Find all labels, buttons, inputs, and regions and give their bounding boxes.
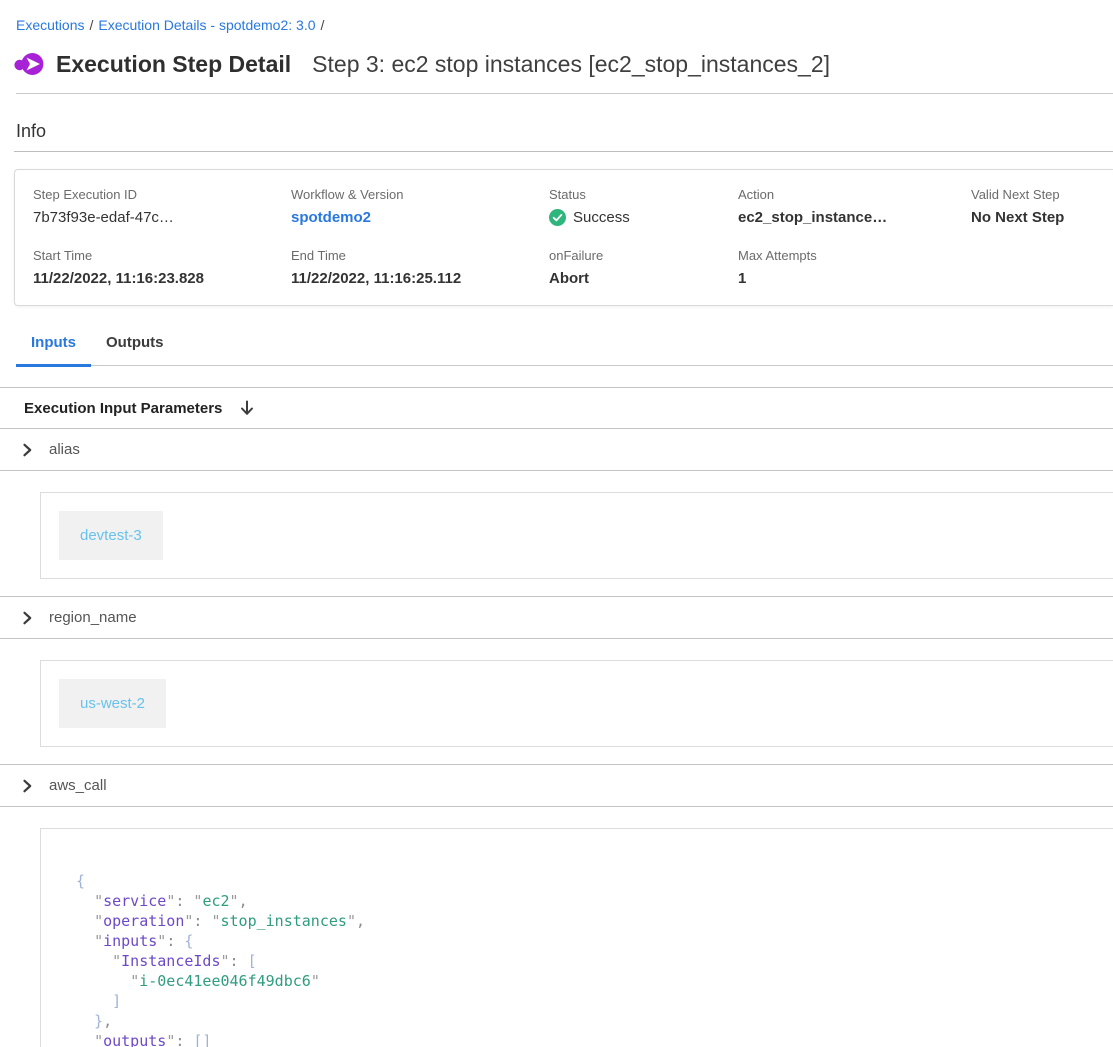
info-field-start-time: Start Time 11/22/2022, 11:16:23.828 — [33, 248, 291, 287]
param-row-aws-call[interactable]: aws_call — [0, 764, 1113, 807]
json-code: { "service": "ec2", "operation": "stop_i… — [76, 871, 1093, 1047]
success-check-icon — [549, 209, 566, 226]
info-heading: Info — [16, 121, 1113, 142]
info-card: Step Execution ID 7b73f93e-edaf-47c… Wor… — [14, 169, 1113, 306]
parameters-header-row: Execution Input Parameters — [0, 387, 1113, 428]
info-field-step-execution-id: Step Execution ID 7b73f93e-edaf-47c… — [33, 187, 291, 226]
param-content-aws-call: { "service": "ec2", "operation": "stop_i… — [0, 807, 1113, 1047]
info-field-end-time: End Time 11/22/2022, 11:16:25.112 — [291, 248, 549, 287]
status-badge: Success — [573, 209, 630, 226]
param-content-alias: devtest-3 — [0, 471, 1113, 596]
param-name: region_name — [49, 609, 137, 626]
divider — [14, 151, 1113, 152]
chevron-right-icon — [20, 611, 34, 625]
param-value-chip: us-west-2 — [59, 679, 166, 728]
page-title-row: Execution Step Detail Step 3: ec2 stop i… — [0, 33, 1113, 79]
breadcrumb-separator: / — [89, 17, 93, 33]
info-field-valid-next-step: Valid Next Step No Next Step — [971, 187, 1113, 226]
divider — [16, 93, 1113, 94]
chevron-right-icon — [20, 443, 34, 457]
arrow-down-icon[interactable] — [238, 399, 256, 417]
parameters-header-label: Execution Input Parameters — [24, 400, 222, 417]
info-field-max-attempts: Max Attempts 1 — [738, 248, 971, 287]
param-row-region-name[interactable]: region_name — [0, 596, 1113, 639]
page-subtitle: Step 3: ec2 stop instances [ec2_stop_ins… — [312, 51, 830, 78]
page-title: Execution Step Detail — [56, 51, 291, 78]
param-name: alias — [49, 441, 80, 458]
breadcrumb-link-execution-details[interactable]: Execution Details - spotdemo2: 3.0 — [98, 17, 315, 33]
breadcrumb-link-executions[interactable]: Executions — [16, 17, 84, 33]
info-field-onfailure: onFailure Abort — [549, 248, 738, 287]
tab-inputs[interactable]: Inputs — [16, 330, 91, 367]
param-content-region-name: us-west-2 — [0, 639, 1113, 764]
param-value-chip: devtest-3 — [59, 511, 163, 560]
param-row-alias[interactable]: alias — [0, 428, 1113, 471]
workflow-link[interactable]: spotdemo2 — [291, 209, 549, 226]
tab-bar: Inputs Outputs — [16, 330, 1113, 366]
chevron-right-icon — [20, 779, 34, 793]
info-field-action: Action ec2_stop_instance… — [738, 187, 971, 226]
info-field-workflow-version: Workflow & Version spotdemo2 — [291, 187, 549, 226]
param-name: aws_call — [49, 777, 107, 794]
info-field-status: Status Success — [549, 187, 738, 226]
breadcrumb-separator: / — [321, 17, 325, 33]
execution-input-parameters: Execution Input Parameters alias devtest… — [0, 387, 1113, 1047]
workflow-logo-icon — [14, 49, 44, 79]
breadcrumb: Executions / Execution Details - spotdemo2… — [0, 0, 1113, 33]
tab-outputs[interactable]: Outputs — [91, 330, 179, 367]
